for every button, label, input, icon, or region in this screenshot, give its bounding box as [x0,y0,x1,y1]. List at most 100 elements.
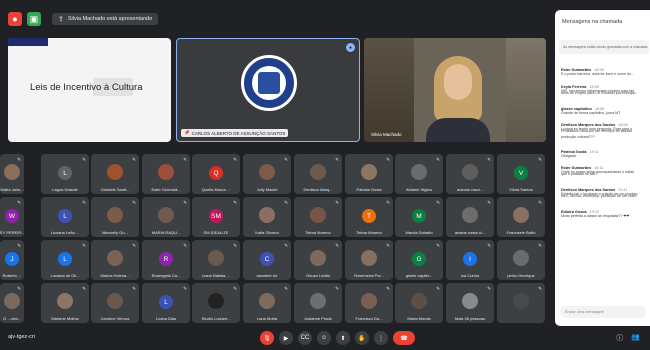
participant-tile[interactable]: ✎ Josianne Prado [294,283,342,323]
more-options-icon[interactable]: ⋮ [374,331,388,345]
participant-name: SM IDEALIZE [203,230,229,235]
mic-muted-icon: ✎ [183,243,187,248]
present-icon[interactable]: ▣ [27,12,41,26]
participant-tile[interactable]: ✎ Rosemeira Por... [345,240,393,280]
participant-name: Queila Moura ... [201,187,231,192]
participant-tile[interactable]: ✎ Denilson Marq... [294,154,342,194]
participant-tile[interactable]: ✎ Kalla Oliveira [243,197,291,237]
chat-message: livro, Oficina, Workshop, produção de um… [561,194,649,199]
camera-icon[interactable]: ▶ [279,331,293,345]
participant-tile[interactable]: ✎ Marlos Helena... [91,240,139,280]
participant-tile[interactable]: ✎ Manuelly Gu... [91,197,139,237]
participant-tile[interactable]: ✎ Ester Guimarã... [142,154,190,194]
participant-tile[interactable]: Q ✎ Queila Moura ... [192,154,240,194]
participant-tile[interactable]: ✎ Telma Moreno [294,197,342,237]
chat-message-input[interactable]: Enviar uma mensagem [560,306,646,318]
end-call-icon[interactable]: ☎ [393,331,415,345]
participant-tile[interactable]: L ✎ Luana Dias [142,283,190,323]
participant-name: Josianne Prado [304,316,332,321]
participant-tile[interactable]: ✎ Marlene Molina [41,283,89,323]
mic-muted-icon: ✎ [183,157,187,162]
chat-text: livro, Oficina, Workshop, produção de um… [561,194,637,198]
participant-avatar [107,293,123,309]
participant-tile[interactable]: M ✎ Marcia Dobatto [395,197,443,237]
mic-muted-icon: ✎ [233,286,237,291]
participant-tile[interactable]: ✎ [497,283,545,323]
participant-tile[interactable]: ✎ Abiamir Higino [395,154,443,194]
participant-tile[interactable]: R ✎ Rosengela Ca... [142,240,190,280]
mic-muted-icon: ✎ [386,157,390,162]
chat-time: 19:11 [589,150,599,154]
participant-tile[interactable]: ✎ Studio Luciam... [192,283,240,323]
participant-name: claudete tur [256,273,278,278]
participant-tile[interactable]: T ✎ Telma Moreira [345,197,393,237]
participant-tile[interactable]: ✎ MARIA RAQU... [142,197,190,237]
mic-icon[interactable]: 🎙 [260,331,274,345]
participant-tile[interactable]: ✎ Francisele Botto [497,197,545,237]
raise-hand-icon[interactable]: ✋ [355,331,369,345]
participant-name: Francisco Da... [355,316,383,321]
participant-tile[interactable]: ✎ antonio rasci... [446,154,494,194]
background-shelf [364,38,414,142]
mic-muted-icon: ✎ [82,243,86,248]
participant-tile[interactable]: I ✎ Iza Cunha [446,240,494,280]
slide-header-band [8,38,48,46]
call-controls: 🎙 ▶ CC ☺ ⬆ ✋ ⋮ ☎ [260,331,415,345]
participant-tile[interactable]: L ✎ Luciana Leão ... [41,197,89,237]
participant-name: Jully Maciel [256,187,278,192]
participant-tile[interactable]: ✎ Ivanir Batista ... [192,240,240,280]
chat-text: Muito perfeita a classe as respostas?? ❤… [561,214,630,218]
mic-muted-icon: ✎ [487,286,491,291]
participant-avatar [259,293,275,309]
participant-name: Luciana de Oli... [50,273,80,278]
mic-muted-icon: ✎ [436,286,440,291]
chat-text: E o ponto barreira, does ter lixeir e no… [561,72,635,76]
participant-tile[interactable]: G ✎ gisele capitel... [395,240,443,280]
participant-tile[interactable]: L ✎ Luciana de Oli... [41,240,89,280]
participant-avatar [107,207,123,223]
participant-avatar: C [260,252,274,266]
participant-avatar [4,293,20,309]
mic-muted-icon: ✎ [82,200,86,205]
participant-tile[interactable]: ✎ Caroline Verona [91,283,139,323]
emoji-icon[interactable]: ☺ [317,331,331,345]
participant-tile[interactable]: V ✎ Vilma Santos [497,154,545,194]
record-icon[interactable]: ● [8,12,22,26]
participant-tile[interactable]: W ✎ EY PEREIR... [0,197,24,237]
participant-tile[interactable]: ✎ Lana Motta [243,283,291,323]
participant-tile[interactable]: ✎ anaine costa ol... [446,197,494,237]
meet-window: ● ▣ ⇪ Silvia Machado está apresentando L… [0,0,650,350]
participant-tile[interactable]: ✎ Geuza Lobão [294,240,342,280]
participant-tile[interactable]: ✎ Patricia Gusta [345,154,393,194]
participant-tile[interactable]: SM ✎ SM IDEALIZE [192,197,240,237]
participant-tile-silvia[interactable]: Silvia Machado [364,38,546,142]
participant-avatar [310,164,326,180]
participant-name: antonio rasci... [456,187,483,192]
participant-tile[interactable]: ✎ Jully Maciel [243,154,291,194]
mic-muted-icon: ✎ [386,200,390,205]
mic-muted-icon: ✎ [132,286,136,291]
presentation-slide[interactable]: Leis de Incentivo à Cultura [8,38,171,142]
participant-tile[interactable]: ✎ Marta Morais [395,283,443,323]
present-screen-icon[interactable]: ⬆ [336,331,350,345]
participant-avatar [310,250,326,266]
participant-tile[interactable]: ✎ pedro Henrique [497,240,545,280]
participant-tile[interactable]: L ✎ Lagoa Grande [41,154,89,194]
participant-tile[interactable]: ✎ Mais 46 pessoas [446,283,494,323]
people-icon[interactable]: 👥 [631,333,640,343]
participant-name: Ester Guimarã... [151,187,181,192]
participant-tile[interactable]: ✎ G ...orta... [0,283,24,323]
pin-icon: 📌 [184,130,190,135]
info-icon[interactable]: ⓘ [616,333,623,343]
participant-tile[interactable]: ✎ Francisco Da... [345,283,393,323]
participant-tile[interactable]: C ✎ claudete tur [243,240,291,280]
participant-tile[interactable]: J ✎ Roberto ... [0,240,24,280]
side-icons: ⓘ 👥 [616,333,640,343]
participant-name: Caroline Verona [100,316,130,321]
participant-avatar: L [58,209,72,223]
captions-icon[interactable]: CC [298,331,312,345]
participant-tile[interactable]: ✎ Cleiciele Santi... [91,154,139,194]
participant-tile-carlos[interactable]: ● 📌 CARLOS ALBERTO DE ASSUNÇÃO SANTOS [176,38,360,142]
participant-tile[interactable]: ✎ Maria Jaim... [0,154,24,194]
participant-name: Kalla Oliveira [255,230,279,235]
